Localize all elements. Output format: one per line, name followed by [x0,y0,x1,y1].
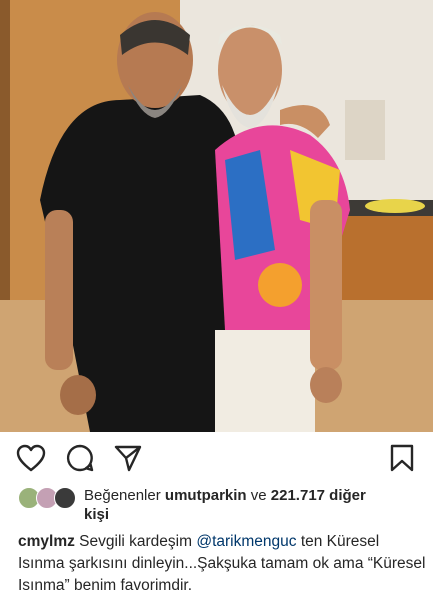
comment-icon[interactable] [64,442,96,474]
caption-text-before: Sevgili kardeşim [74,533,197,550]
bookmark-icon[interactable] [386,442,418,474]
caption-username[interactable]: cmylmz [18,533,75,550]
send-icon[interactable] [112,442,144,474]
likes-summary[interactable]: Beğenenler umutparkin ve 221.717 diğer k… [18,486,423,524]
likes-prefix: Beğenenler [84,487,161,504]
liker-username[interactable]: umutparkin [165,487,247,504]
post-photo[interactable] [0,0,433,432]
post-caption: cmylmz Sevgili kardeşim @tarikmenguc ten… [18,531,428,597]
liker-avatars [18,487,76,509]
caption-mention[interactable]: @tarikmenguc [196,533,296,550]
likes-suffix[interactable]: kişi [84,506,109,523]
action-bar [0,442,433,474]
avatar [54,487,76,509]
likes-text: Beğenenler umutparkin ve 221.717 diğer k… [18,486,423,524]
photo-illustration [0,0,433,432]
heart-icon[interactable] [15,442,47,474]
likes-joiner: ve [250,487,267,504]
likes-count[interactable]: 221.717 diğer [271,487,366,504]
